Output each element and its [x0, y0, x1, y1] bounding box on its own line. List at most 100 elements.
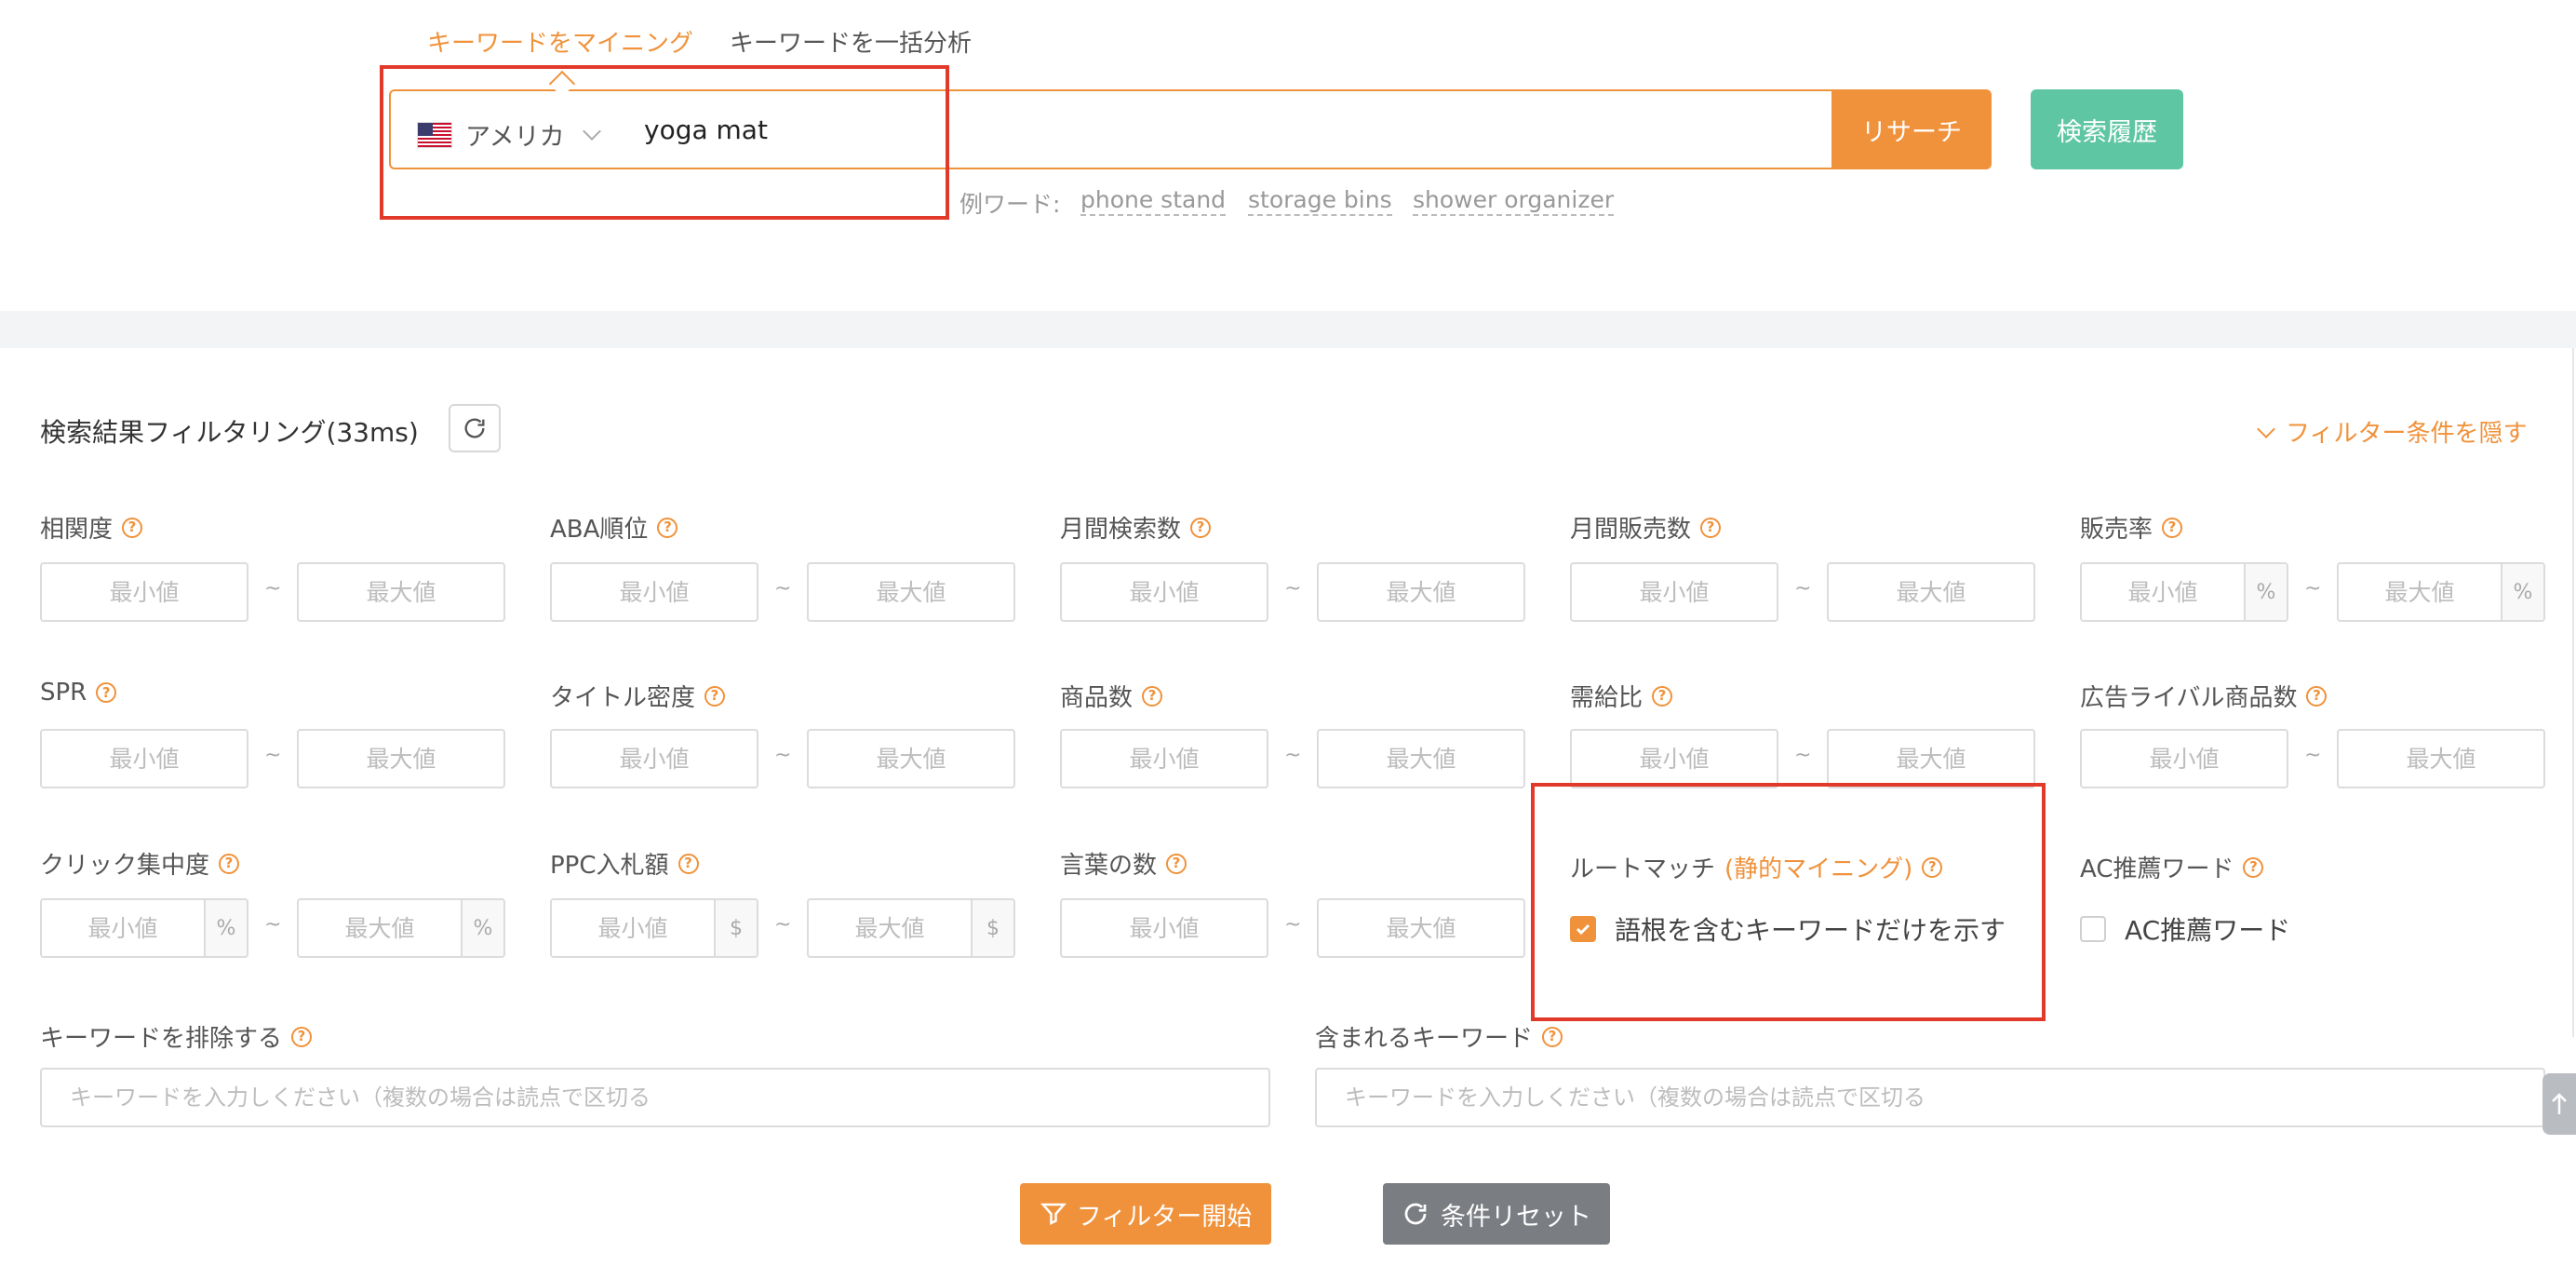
- monthly-sales-min-input[interactable]: [1570, 562, 1778, 622]
- scroll-to-top-button[interactable]: [2542, 1073, 2576, 1135]
- help-icon[interactable]: ?: [219, 853, 240, 874]
- aba-rank-max-input[interactable]: [807, 562, 1015, 622]
- percent-unit: %: [2501, 564, 2543, 620]
- click-concentration-max-field: %: [297, 898, 505, 958]
- product-count-max-input[interactable]: [1317, 729, 1525, 788]
- label-sales-rate: 販売率?: [2080, 510, 2183, 545]
- range-tilde: ~: [264, 913, 282, 936]
- monthly-sales-max-input[interactable]: [1827, 562, 2035, 622]
- help-icon[interactable]: ?: [657, 517, 678, 538]
- range-tilde: ~: [1794, 577, 1812, 600]
- sales-rate-min-field: %: [2080, 562, 2288, 622]
- help-icon[interactable]: ?: [1190, 517, 1212, 538]
- label-monthly-search: 月間検索数?: [1060, 510, 1212, 545]
- range-tilde: ~: [264, 577, 282, 600]
- help-icon[interactable]: ?: [2243, 856, 2264, 878]
- dollar-unit: $: [971, 900, 1013, 956]
- label-title-density: タイトル密度?: [550, 679, 726, 713]
- search-history-button[interactable]: 検索履歴: [2031, 89, 2183, 169]
- help-icon[interactable]: ?: [704, 685, 726, 707]
- refresh-button[interactable]: [449, 404, 501, 452]
- title-density-max-input[interactable]: [807, 729, 1015, 788]
- help-icon[interactable]: ?: [1700, 517, 1722, 538]
- highlight-box-root-match: [1531, 783, 2046, 1021]
- refresh-icon: [464, 418, 485, 438]
- ad-competitors-min-input[interactable]: [2080, 729, 2288, 788]
- dollar-unit: $: [714, 900, 757, 956]
- tab-bulk-analysis[interactable]: キーワードを一括分析: [730, 29, 972, 59]
- label-aba-rank: ABA順位?: [550, 510, 678, 545]
- help-icon[interactable]: ?: [678, 853, 699, 874]
- percent-unit: %: [204, 900, 247, 956]
- percent-unit: %: [461, 900, 503, 956]
- aba-rank-min-input[interactable]: [550, 562, 758, 622]
- refresh-icon: [1404, 1203, 1427, 1225]
- label-supply-demand: 需給比?: [1570, 679, 1673, 713]
- label-ppc-bid: PPC入札額?: [550, 846, 699, 881]
- ppc-bid-min-field: $: [550, 898, 758, 958]
- spr-max-input[interactable]: [297, 729, 505, 788]
- tab-keyword-mining[interactable]: キーワードをマイニング: [427, 29, 693, 59]
- range-tilde: ~: [1284, 913, 1302, 936]
- click-concentration-min-input[interactable]: [42, 900, 204, 956]
- ad-competitors-max-input[interactable]: [2337, 729, 2545, 788]
- click-concentration-max-input[interactable]: [299, 900, 461, 956]
- range-tilde: ~: [264, 744, 282, 767]
- word-count-max-input[interactable]: [1317, 898, 1525, 958]
- sales-rate-max-input[interactable]: [2339, 564, 2501, 620]
- reset-conditions-button[interactable]: 条件リセット: [1383, 1183, 1610, 1245]
- monthly-search-min-input[interactable]: [1060, 562, 1268, 622]
- example-label: 例ワード:: [959, 191, 1061, 218]
- label-word-count: 言葉の数?: [1060, 846, 1187, 881]
- filter-icon: [1040, 1203, 1067, 1226]
- percent-unit: %: [2244, 564, 2287, 620]
- ac-checkbox[interactable]: [2080, 916, 2106, 942]
- help-icon[interactable]: ?: [1142, 685, 1163, 707]
- hide-filter-label: フィルター条件を隠す: [2286, 420, 2528, 448]
- example-word[interactable]: shower organizer: [1413, 186, 1615, 216]
- relevance-min-input[interactable]: [40, 562, 248, 622]
- hide-filter-toggle[interactable]: フィルター条件を隠す: [2257, 414, 2528, 449]
- range-tilde: ~: [1284, 744, 1302, 767]
- product-count-min-input[interactable]: [1060, 729, 1268, 788]
- title-density-min-input[interactable]: [550, 729, 758, 788]
- highlight-box-search: [380, 65, 949, 220]
- supply-demand-min-input[interactable]: [1570, 729, 1778, 788]
- label-monthly-sales: 月間販売数?: [1570, 510, 1722, 545]
- help-icon[interactable]: ?: [2306, 685, 2328, 707]
- monthly-search-max-input[interactable]: [1317, 562, 1525, 622]
- include-keywords-input[interactable]: [1315, 1068, 2545, 1127]
- range-tilde: ~: [1794, 744, 1812, 767]
- help-icon[interactable]: ?: [1542, 1026, 1563, 1047]
- ppc-bid-min-input[interactable]: [552, 900, 714, 956]
- help-icon[interactable]: ?: [1166, 853, 1187, 874]
- label-product-count: 商品数?: [1060, 679, 1163, 713]
- help-icon[interactable]: ?: [2162, 517, 2183, 538]
- arrow-up-icon: [2552, 1093, 2567, 1114]
- label-ac-recommended: AC推薦ワード?: [2080, 850, 2264, 884]
- example-word[interactable]: storage bins: [1248, 186, 1392, 216]
- label-ad-competitors: 広告ライバル商品数?: [2080, 679, 2328, 713]
- ppc-bid-max-input[interactable]: [809, 900, 971, 956]
- range-tilde: ~: [774, 913, 792, 936]
- spr-min-input[interactable]: [40, 729, 248, 788]
- word-count-min-input[interactable]: [1060, 898, 1268, 958]
- example-word[interactable]: phone stand: [1080, 186, 1227, 216]
- help-icon[interactable]: ?: [96, 682, 117, 703]
- sales-rate-min-input[interactable]: [2082, 564, 2244, 620]
- exclude-keywords-input[interactable]: [40, 1068, 1270, 1127]
- range-tilde: ~: [774, 577, 792, 600]
- chevron-down-icon: [2257, 419, 2275, 438]
- supply-demand-max-input[interactable]: [1827, 729, 2035, 788]
- help-icon[interactable]: ?: [291, 1026, 313, 1047]
- page-edge-rule: [2572, 348, 2574, 1037]
- section-divider: [0, 311, 2576, 348]
- help-icon[interactable]: ?: [122, 517, 143, 538]
- research-button[interactable]: リサーチ: [1831, 89, 1992, 169]
- start-filter-button[interactable]: フィルター開始: [1020, 1183, 1271, 1245]
- range-tilde: ~: [774, 744, 792, 767]
- relevance-max-input[interactable]: [297, 562, 505, 622]
- help-icon[interactable]: ?: [1652, 685, 1673, 707]
- ac-option[interactable]: AC推薦ワード: [2080, 910, 2290, 948]
- filter-section-title: 検索結果フィルタリング(33ms): [40, 417, 419, 448]
